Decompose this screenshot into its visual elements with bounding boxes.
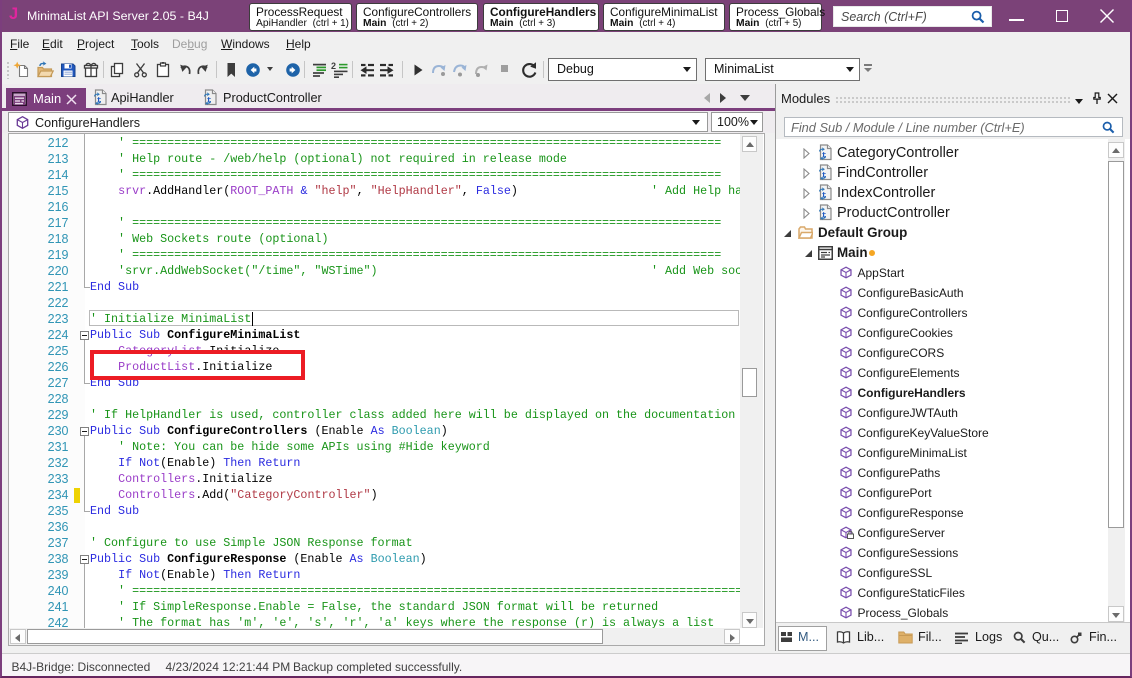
svg-text:t: t <box>822 150 827 160</box>
svg-text:t: t <box>822 190 827 200</box>
svg-text:2: 2 <box>331 61 336 71</box>
svg-text:t: t <box>822 210 827 220</box>
svg-text:t: t <box>97 95 102 105</box>
svg-text:t: t <box>207 95 212 105</box>
svg-text:t: t <box>822 170 827 180</box>
